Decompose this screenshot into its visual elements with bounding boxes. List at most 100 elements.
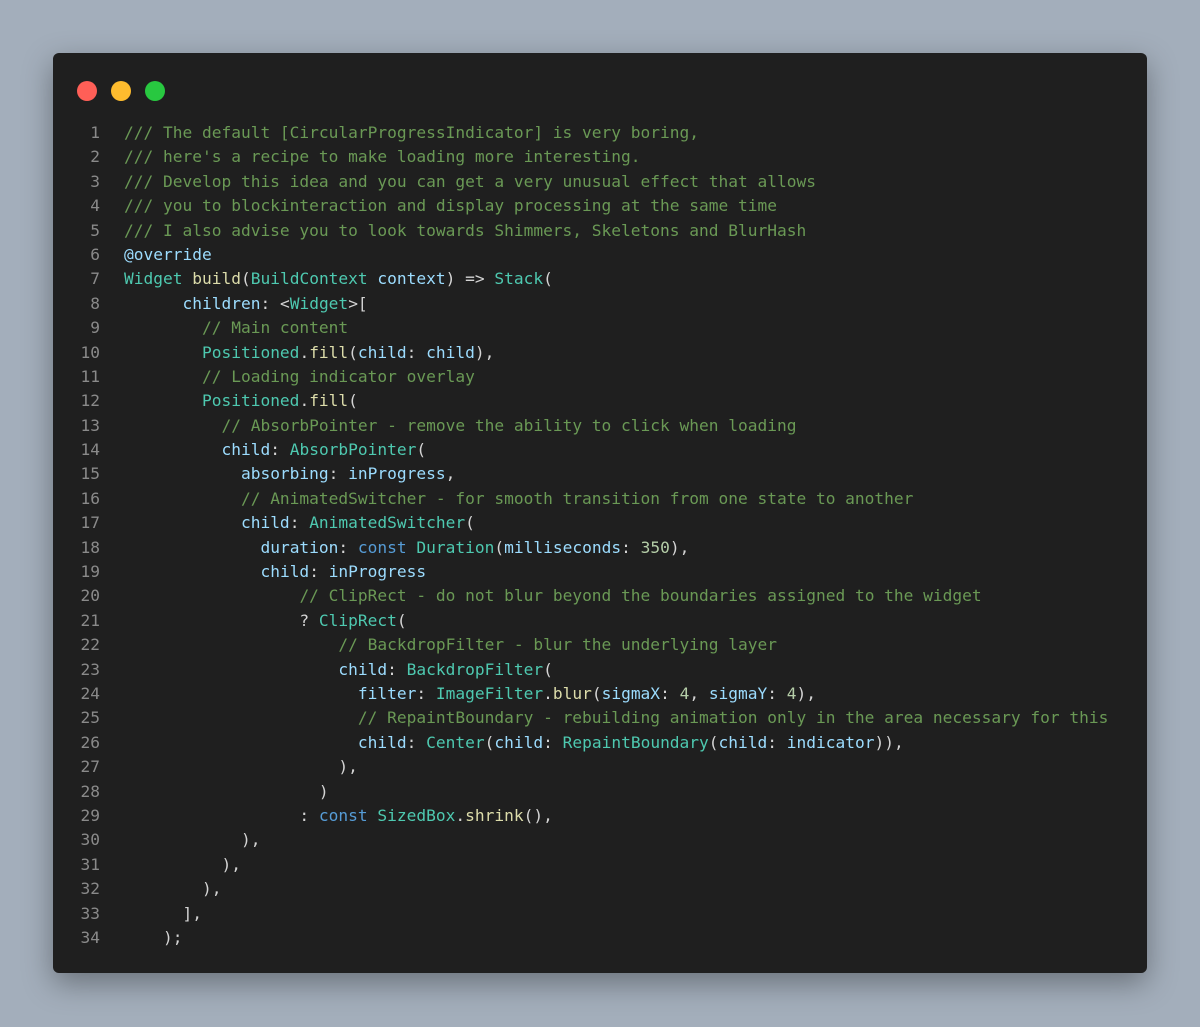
code-line: 10 Positioned.fill(child: child),	[53, 341, 1147, 365]
code-token: );	[124, 927, 183, 947]
line-number: 10	[80, 342, 101, 362]
code-token: ) =>	[445, 269, 495, 289]
line-number: 31	[80, 854, 101, 874]
code-token: context	[377, 269, 446, 289]
code-line: 29 : const SizedBox.shrink(),	[53, 804, 1147, 828]
code-line: 23 child: BackdropFilter(	[53, 658, 1147, 682]
line-number: 12	[80, 391, 101, 411]
line-number: 18	[80, 537, 101, 557]
code-token: child	[426, 342, 475, 362]
code-line: 9 // Main content	[53, 316, 1147, 340]
code-text: child: BackdropFilter(	[124, 658, 552, 682]
line-number: 28	[80, 781, 101, 801]
code-token: // RepaintBoundary - rebuilding animatio…	[357, 708, 1109, 728]
code-token: blur	[552, 683, 592, 703]
code-text: /// I also advise you to look towards Sh…	[124, 219, 806, 243]
code-token: // AbsorbPointer - remove the ability to…	[221, 415, 797, 435]
code-text: : const SizedBox.shrink(),	[124, 804, 553, 828]
code-line: 1 /// The default [CircularProgressIndica…	[53, 121, 1147, 145]
code-token: child	[240, 513, 290, 533]
line-number: 33	[80, 903, 101, 923]
code-token: :	[621, 537, 641, 557]
code-line: 27 ),	[53, 755, 1147, 779]
code-line: 22 // BackdropFilter - blur the underlyi…	[53, 633, 1147, 657]
code-token: )	[124, 781, 329, 801]
code-text: // AbsorbPointer - remove the ability to…	[124, 414, 796, 438]
code-text: child: inProgress	[124, 560, 426, 584]
code-token: : <	[260, 293, 290, 313]
code-token: Widget	[289, 293, 349, 313]
code-token: .	[543, 683, 553, 703]
code-text: // ClipRect - do not blur beyond the bou…	[124, 584, 981, 608]
code-token: 4	[679, 683, 690, 703]
line-number: 34	[80, 927, 101, 947]
code-text: absorbing: inProgress,	[124, 462, 455, 486]
code-token: /// Develop this idea and you can get a …	[124, 171, 816, 191]
code-token: filter	[357, 683, 417, 703]
code-token: :	[387, 659, 407, 679]
code-line: 31 ),	[53, 853, 1147, 877]
code-token: child	[260, 562, 310, 582]
code-line: 25 // RepaintBoundary - rebuilding anima…	[53, 706, 1147, 730]
code-text: /// here's a recipe to make loading more…	[124, 145, 641, 169]
code-token: indicator	[786, 732, 875, 752]
code-token: :	[416, 683, 436, 703]
code-token: // AnimatedSwitcher - for smooth transit…	[240, 488, 914, 508]
code-token: milliseconds	[504, 537, 622, 557]
code-line: 7 Widget build(BuildContext context) => S…	[53, 267, 1147, 291]
code-line: 16 // AnimatedSwitcher - for smooth tran…	[53, 487, 1147, 511]
code-token: child	[718, 732, 768, 752]
code-token: // BackdropFilter - blur the underlying …	[338, 635, 777, 655]
code-token: (	[543, 269, 553, 289]
line-number: 9	[90, 318, 100, 338]
code-line: 2 /// here's a recipe to make loading mor…	[53, 145, 1147, 169]
code-token: (	[591, 683, 602, 703]
code-token: (	[484, 732, 495, 752]
code-line: 8 children: <Widget>[	[53, 292, 1147, 316]
code-token: /// The default [CircularProgressIndicat…	[124, 123, 699, 142]
code-token: ),	[124, 854, 241, 874]
code-text: )	[124, 780, 329, 804]
line-number: 1	[90, 123, 100, 142]
code-text: // BackdropFilter - blur the underlying …	[124, 633, 777, 657]
line-number: 8	[90, 293, 100, 313]
code-token: (	[348, 391, 358, 411]
code-token: (	[396, 610, 407, 630]
code-text: ],	[124, 902, 202, 926]
line-number: 19	[80, 562, 101, 582]
zoom-window-button[interactable]	[145, 81, 165, 101]
code-text: /// you to blockinteraction and display …	[124, 194, 777, 218]
code-token: RepaintBoundary	[562, 732, 709, 752]
code-token: (),	[523, 805, 553, 825]
code-editor[interactable]: 1 /// The default [CircularProgressIndica…	[53, 121, 1147, 950]
line-number: 14	[80, 440, 101, 460]
code-line: 34 );	[53, 926, 1147, 950]
line-number: 17	[80, 513, 101, 533]
line-number: 23	[80, 659, 101, 679]
code-token: BuildContext	[250, 269, 368, 289]
line-number: 15	[80, 464, 101, 484]
code-token: ),	[124, 830, 261, 850]
code-token: // Main content	[201, 318, 349, 338]
code-token: ?	[124, 610, 319, 630]
code-text: /// The default [CircularProgressIndicat…	[124, 121, 699, 145]
code-text: Positioned.fill(child: child),	[124, 341, 494, 365]
code-token: ),	[474, 342, 495, 362]
code-line: 12 Positioned.fill(	[53, 389, 1147, 413]
code-text: child: AnimatedSwitcher(	[124, 511, 475, 535]
minimize-window-button[interactable]	[111, 81, 131, 101]
code-token: :	[289, 513, 310, 533]
code-token: .	[299, 342, 310, 362]
code-token: :	[406, 342, 427, 362]
close-window-button[interactable]	[77, 81, 97, 101]
code-text: // Main content	[124, 316, 348, 340]
